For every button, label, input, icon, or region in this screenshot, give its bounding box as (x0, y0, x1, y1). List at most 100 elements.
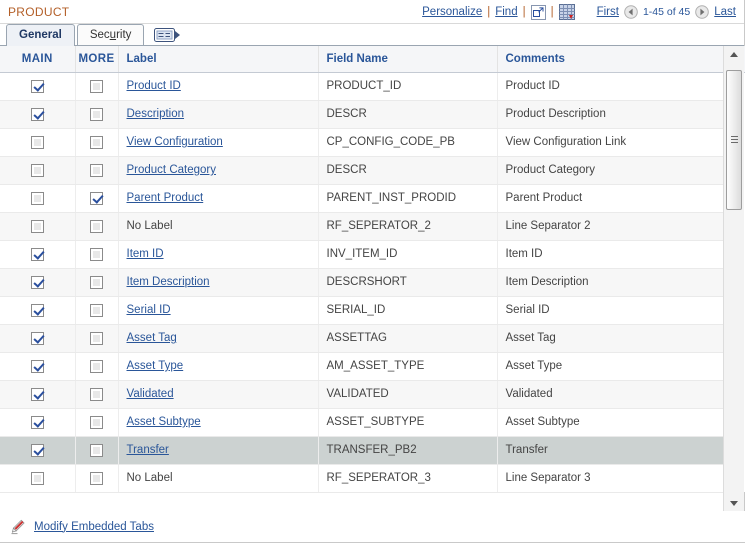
more-checkbox[interactable] (90, 443, 103, 457)
more-checkbox[interactable] (90, 471, 103, 485)
cell-label: Item ID (118, 240, 319, 269)
main-checkbox[interactable] (30, 135, 44, 149)
main-checkbox[interactable] (30, 191, 44, 205)
download-to-spreadsheet-icon[interactable] (558, 4, 575, 20)
find-link[interactable]: Find (495, 3, 517, 21)
main-checkbox[interactable] (30, 275, 44, 289)
main-checkbox[interactable] (30, 219, 44, 233)
more-checkbox[interactable] (90, 415, 103, 429)
scroll-up-arrow-icon[interactable] (724, 46, 744, 63)
main-checkbox[interactable] (30, 415, 44, 429)
label-link[interactable]: Asset Subtype (127, 416, 201, 428)
cell-main (0, 296, 76, 325)
table-row[interactable]: Product ID PRODUCT_ID Product ID (0, 72, 745, 101)
first-page-link[interactable]: First (597, 3, 619, 21)
action-separator-3: | (550, 6, 554, 18)
table-row[interactable]: Asset Type AM_ASSET_TYPE Asset Type (0, 352, 745, 381)
main-checkbox[interactable] (30, 387, 44, 401)
last-page-link[interactable]: Last (714, 3, 736, 21)
open-in-new-window-icon[interactable] (530, 4, 546, 20)
column-header-comments[interactable]: Comments (497, 46, 724, 73)
label-link[interactable]: Product Category (127, 164, 217, 176)
table-row[interactable]: Item Description DESCRSHORT Item Descripti… (0, 268, 745, 297)
action-separator-2: | (522, 6, 526, 18)
label-link[interactable]: Item ID (127, 248, 164, 260)
column-header-more[interactable]: MORE (75, 46, 119, 73)
cell-more (75, 72, 119, 101)
main-checkbox[interactable] (30, 163, 44, 177)
table-row[interactable]: No Label RF_SEPERATOR_2 Line Separator 2 (0, 212, 745, 241)
table-row[interactable]: No Label RF_SEPERATOR_3 Line Separator 3 (0, 464, 745, 493)
more-checkbox[interactable] (90, 191, 103, 205)
cell-label: Parent Product (118, 184, 319, 213)
more-checkbox[interactable] (90, 135, 103, 149)
cell-more (75, 128, 119, 157)
table-row[interactable]: Transfer TRANSFER_PB2 Transfer (0, 436, 745, 465)
label-link[interactable]: Asset Tag (127, 332, 177, 344)
tab-security[interactable]: Security (76, 24, 145, 45)
vertical-scrollbar[interactable] (723, 46, 744, 512)
more-checkbox[interactable] (90, 303, 103, 317)
cell-field-name: ASSET_SUBTYPE (318, 408, 498, 437)
label-link[interactable]: Parent Product (127, 192, 204, 204)
cell-more (75, 184, 119, 213)
main-checkbox[interactable] (30, 247, 44, 261)
table-row[interactable]: Parent Product PARENT_INST_PRODID Parent P… (0, 184, 745, 213)
main-checkbox[interactable] (30, 303, 44, 317)
label-link[interactable]: Transfer (127, 444, 169, 456)
more-checkbox[interactable] (90, 387, 103, 401)
pencil-edit-icon[interactable] (10, 519, 26, 535)
label-link[interactable]: Product ID (127, 80, 181, 92)
column-header-field-name[interactable]: Field Name (318, 46, 498, 73)
cell-label: No Label (118, 212, 319, 241)
label-link[interactable]: Validated (127, 388, 174, 400)
more-checkbox[interactable] (90, 275, 103, 289)
next-page-arrow-icon[interactable] (695, 5, 710, 19)
scrollbar-grip-icon (731, 136, 738, 144)
main-checkbox[interactable] (30, 79, 44, 93)
more-checkbox[interactable] (90, 79, 103, 93)
table-row[interactable]: Serial ID SERIAL_ID Serial ID (0, 296, 745, 325)
cell-more (75, 100, 119, 129)
cell-main (0, 436, 76, 465)
label-text: No Label (126, 220, 173, 232)
more-checkbox[interactable] (90, 163, 103, 177)
cell-comments: Item ID (497, 240, 724, 269)
label-link[interactable]: Serial ID (127, 304, 171, 316)
label-link[interactable]: Asset Type (127, 360, 184, 372)
table-row[interactable]: Asset Subtype ASSET_SUBTYPE Asset Subtype (0, 408, 745, 437)
personalize-link[interactable]: Personalize (422, 3, 482, 21)
previous-page-arrow-icon[interactable] (624, 5, 638, 19)
label-link[interactable]: Item Description (127, 276, 210, 288)
table-row[interactable]: Product Category DESCR Product Category (0, 156, 745, 185)
table-row[interactable]: Asset Tag ASSETTAG Asset Tag (0, 324, 745, 353)
main-checkbox[interactable] (30, 359, 44, 373)
show-next-tab-icon[interactable] (154, 27, 182, 43)
more-checkbox[interactable] (90, 219, 103, 233)
label-link[interactable]: View Configuration (127, 136, 223, 148)
cell-comments: Asset Type (497, 352, 724, 381)
main-checkbox[interactable] (30, 471, 44, 485)
main-checkbox[interactable] (30, 331, 44, 345)
main-checkbox[interactable] (30, 107, 44, 121)
column-header-label[interactable]: Label (118, 46, 319, 73)
table-row[interactable]: Description DESCR Product Description (0, 100, 745, 129)
tab-general[interactable]: General (6, 24, 75, 46)
cell-main (0, 268, 76, 297)
column-header-main[interactable]: MAIN (0, 46, 76, 73)
label-link[interactable]: Description (127, 108, 185, 120)
cell-field-name: AM_ASSET_TYPE (318, 352, 498, 381)
table-row[interactable]: Validated VALIDATED Validated (0, 380, 745, 409)
more-checkbox[interactable] (90, 331, 103, 345)
cell-comments: Validated (497, 380, 724, 409)
modify-embedded-tabs-link[interactable]: Modify Embedded Tabs (34, 521, 154, 533)
tab-security-label: Security (89, 29, 132, 41)
more-checkbox[interactable] (90, 359, 103, 373)
table-row[interactable]: Item ID INV_ITEM_ID Item ID (0, 240, 745, 269)
scrollbar-thumb[interactable] (726, 70, 742, 210)
more-checkbox[interactable] (90, 247, 103, 261)
table-row[interactable]: View Configuration CP_CONFIG_CODE_PB View … (0, 128, 745, 157)
more-checkbox[interactable] (90, 107, 103, 121)
scroll-down-arrow-icon[interactable] (724, 495, 744, 512)
main-checkbox[interactable] (30, 443, 44, 457)
